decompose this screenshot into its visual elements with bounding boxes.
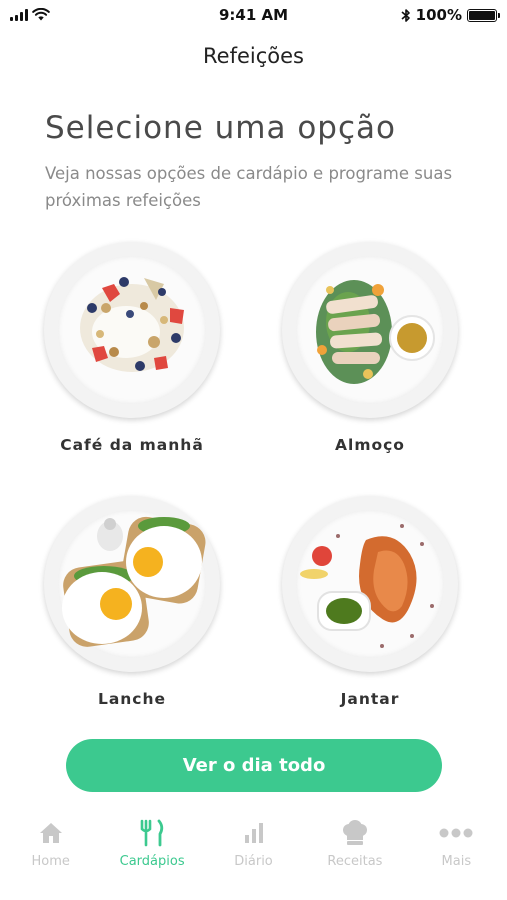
bar-chart-icon: [242, 818, 266, 848]
meal-option-dinner[interactable]: Jantar: [270, 496, 470, 708]
battery-icon: [467, 8, 500, 22]
section-heading: Selecione uma opção: [45, 110, 396, 146]
bluetooth-icon: [401, 8, 410, 22]
tab-label: Cardápios: [119, 854, 185, 869]
chef-hat-icon: [341, 818, 369, 848]
battery-level: [469, 10, 495, 20]
dinner-plate-image: [282, 496, 458, 672]
tab-label: Mais: [441, 854, 472, 869]
meal-option-breakfast[interactable]: Café da manhã: [32, 242, 232, 454]
home-icon: [38, 818, 64, 848]
section-subtitle: Veja nossas opções de cardápio e program…: [45, 164, 453, 210]
tab-cardapios[interactable]: Cardápios: [101, 818, 202, 888]
lunch-plate-image: [282, 242, 458, 418]
tab-label: Receitas: [327, 854, 383, 869]
more-icon: [439, 818, 473, 848]
bottom-tab-bar: Home Cardápios Diário Receitas Mais: [0, 818, 507, 888]
meal-option-lunch[interactable]: Almoço: [270, 242, 470, 454]
tab-label: Home: [31, 854, 70, 869]
status-right: 100%: [401, 6, 500, 24]
tab-home[interactable]: Home: [0, 818, 101, 888]
battery-percent: 100%: [415, 6, 462, 24]
tab-mais[interactable]: Mais: [406, 818, 507, 888]
see-whole-day-button[interactable]: Ver o dia todo: [66, 739, 442, 792]
tab-receitas[interactable]: Receitas: [304, 818, 405, 888]
breakfast-plate-image: [44, 242, 220, 418]
page-title: Refeições: [203, 44, 304, 68]
snack-plate-image: [44, 496, 220, 672]
meal-label: Jantar: [340, 690, 400, 708]
meal-label: Lanche: [97, 690, 167, 708]
fork-knife-icon: [139, 818, 165, 848]
tab-label: Diário: [234, 854, 273, 869]
meal-label: Almoço: [335, 436, 405, 454]
meal-label: Café da manhã: [60, 436, 204, 454]
meal-option-snack[interactable]: Lanche: [32, 496, 232, 708]
status-bar: 9:41 AM 100%: [0, 0, 507, 32]
tab-diario[interactable]: Diário: [203, 818, 304, 888]
